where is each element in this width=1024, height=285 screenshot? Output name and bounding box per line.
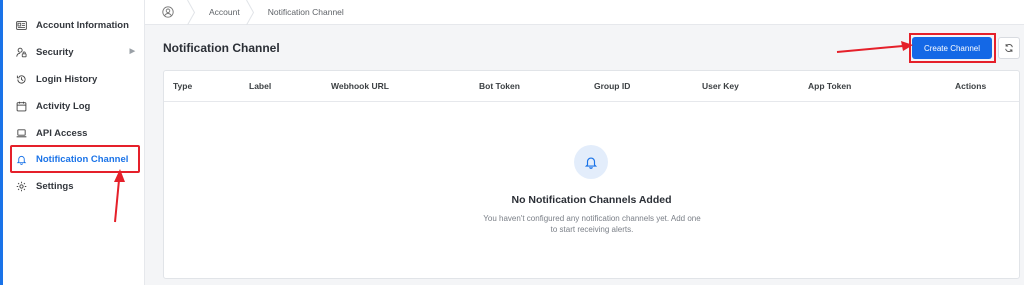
- chevron-right-icon: ▶: [129, 48, 135, 55]
- main-content: Account Notification Channel Notificatio…: [145, 0, 1024, 285]
- create-channel-button[interactable]: Create Channel: [912, 37, 992, 59]
- breadcrumb: Account Notification Channel: [145, 0, 1024, 25]
- table-header: Type Label Webhook URL Bot Token Group I…: [164, 71, 1019, 102]
- gear-icon: [13, 178, 29, 194]
- laptop-icon: [13, 125, 29, 141]
- bell-icon: [13, 151, 29, 167]
- history-icon: [13, 71, 29, 87]
- sidebar-item-api-access[interactable]: API Access: [11, 121, 139, 145]
- page-title: Notification Channel: [163, 41, 280, 55]
- refresh-button[interactable]: [998, 37, 1020, 59]
- sidebar-item-label: Account Information: [36, 19, 129, 31]
- column-header-type[interactable]: Type: [173, 81, 192, 91]
- empty-state-icon: [574, 145, 608, 179]
- refresh-icon: [1005, 44, 1013, 52]
- sidebar-item-label: API Access: [36, 127, 88, 139]
- user-lock-icon: [13, 44, 29, 60]
- sidebar-item-settings[interactable]: Settings: [11, 174, 139, 198]
- sidebar-item-login-history[interactable]: Login History: [11, 67, 139, 91]
- sidebar-item-security[interactable]: Security ▶: [11, 40, 139, 64]
- bell-icon: [584, 157, 598, 169]
- empty-state-title: No Notification Channels Added: [511, 194, 672, 206]
- notification-channels-table: Type Label Webhook URL Bot Token Group I…: [163, 70, 1020, 279]
- column-header-bot-token[interactable]: Bot Token: [479, 81, 520, 91]
- id-card-icon: [13, 17, 29, 33]
- column-header-group-id[interactable]: Group ID: [594, 81, 630, 91]
- sidebar-item-account-information[interactable]: Account Information: [11, 13, 139, 37]
- sidebar-item-label: Notification Channel: [36, 153, 129, 165]
- calendar-icon: [13, 98, 29, 114]
- column-header-actions: Actions: [955, 81, 987, 91]
- sidebar-item-label: Settings: [36, 180, 74, 192]
- user-circle-icon[interactable]: [155, 0, 181, 25]
- sidebar-item-notification-channel[interactable]: Notification Channel: [11, 147, 139, 171]
- column-header-user-key[interactable]: User Key: [702, 81, 739, 91]
- sidebar-item-label: Login History: [36, 73, 98, 85]
- breadcrumb-item-current: Notification Channel: [267, 7, 344, 17]
- sidebar-item-label: Activity Log: [36, 100, 91, 112]
- sidebar-item-label: Security: [36, 46, 74, 58]
- sidebar-item-activity-log[interactable]: Activity Log: [11, 94, 139, 118]
- column-header-label[interactable]: Label: [249, 81, 271, 91]
- sidebar: Account Information Security ▶ Login His…: [3, 0, 145, 285]
- column-header-webhook-url[interactable]: Webhook URL: [331, 81, 389, 91]
- empty-state-description: You haven't configured any notification …: [483, 214, 701, 234]
- breadcrumb-item-account[interactable]: Account: [209, 7, 240, 17]
- breadcrumb-separator-icon: [187, 0, 195, 25]
- column-header-app-token[interactable]: App Token: [808, 81, 851, 91]
- breadcrumb-separator-icon: [245, 0, 254, 25]
